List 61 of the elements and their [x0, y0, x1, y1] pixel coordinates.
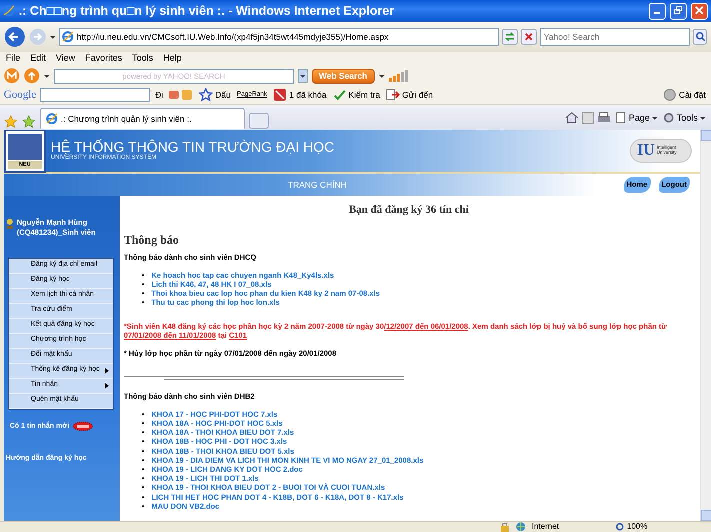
new-badge-icon — [73, 422, 94, 432]
print-icon[interactable] — [596, 112, 611, 124]
menu-item[interactable]: Tools — [132, 52, 154, 66]
back-icon[interactable] — [4, 26, 26, 48]
dropdown-icon — [652, 116, 658, 120]
toolbar-item[interactable]: Cài đặt — [662, 88, 707, 102]
restore-icon — [674, 6, 683, 16]
mail-icon[interactable] — [4, 68, 20, 84]
section-heading: Thông báo — [124, 232, 180, 248]
command-button[interactable]: Page — [614, 112, 659, 125]
minimize-button[interactable] — [649, 2, 666, 20]
restore-button[interactable] — [670, 2, 687, 20]
dropdown-icon[interactable] — [50, 36, 56, 38]
dropdown-icon[interactable] — [44, 74, 50, 78]
toolbar-item[interactable]: 1 đã khóa — [272, 88, 328, 102]
security-zone: Internet — [532, 521, 560, 532]
menu-item[interactable]: Edit — [30, 52, 46, 66]
browser-tab[interactable]: .: Chương trình quản lý sinh viên :. — [40, 108, 245, 129]
globe-icon — [516, 522, 526, 532]
add-favorite-icon[interactable] — [22, 115, 36, 129]
stop-icon[interactable] — [521, 29, 537, 45]
close-button[interactable] — [691, 2, 708, 20]
google-logo: Google — [4, 88, 36, 103]
checkmark-icon — [332, 88, 347, 102]
browser-icon — [3, 5, 15, 17]
send-icon — [386, 88, 400, 102]
page-icon — [62, 31, 74, 43]
credits-heading: Bạn đã đăng ký 36 tín chỉ — [348, 203, 470, 218]
toolbar-item[interactable]: Kiểm tra — [332, 88, 382, 102]
toolbar-item[interactable]: Dấu — [198, 88, 232, 102]
toolbar-item[interactable]: Đi — [154, 88, 164, 102]
window-title: .: Ch□□ng trình qu□n lý sinh viên :. - Windows Internet Explorer — [19, 2, 396, 20]
search-field[interactable]: Yahoo! Search — [540, 28, 690, 46]
close-icon — [695, 6, 704, 16]
google-search-field[interactable] — [40, 88, 150, 102]
home-icon[interactable] — [564, 112, 579, 124]
dropdown-icon[interactable] — [298, 69, 308, 83]
page-icon — [46, 113, 58, 125]
zoom-icon — [616, 522, 626, 532]
dropdown-icon — [700, 116, 706, 120]
star-icon — [199, 88, 214, 102]
scrollbar[interactable] — [700, 130, 711, 521]
menu-item[interactable]: File — [6, 52, 21, 66]
user-icon — [6, 218, 14, 230]
menu-item[interactable]: Help — [163, 52, 182, 66]
lock-icon — [500, 522, 510, 532]
blocked-icon — [273, 88, 288, 102]
dropdown-icon[interactable] — [378, 74, 385, 78]
refresh-icon[interactable] — [502, 29, 518, 45]
menu-item[interactable]: View — [56, 52, 76, 66]
favorites-star-icon[interactable] — [4, 115, 18, 129]
page-icon — [614, 112, 627, 124]
toolbar-item[interactable]: Gửi đến — [385, 88, 434, 102]
address-field[interactable]: http://iu.neu.edu.vn/CMCsoft.IU.Web.Info/(xp4f5jn34t5wt445mdyje355)/Home.aspx — [59, 28, 499, 46]
menu-item[interactable]: Favorites — [85, 52, 122, 66]
site-title: HỆ THỐNG THÔNG TIN TRƯỜNG ĐẠI HỌC — [51, 140, 334, 154]
circle-icon — [663, 88, 678, 102]
zoom-control[interactable]: 100% — [615, 521, 649, 532]
command-button[interactable]: Tools — [662, 112, 707, 125]
search-icon[interactable] — [693, 29, 707, 45]
nav-title: TRANG CHÍNH — [288, 178, 348, 192]
